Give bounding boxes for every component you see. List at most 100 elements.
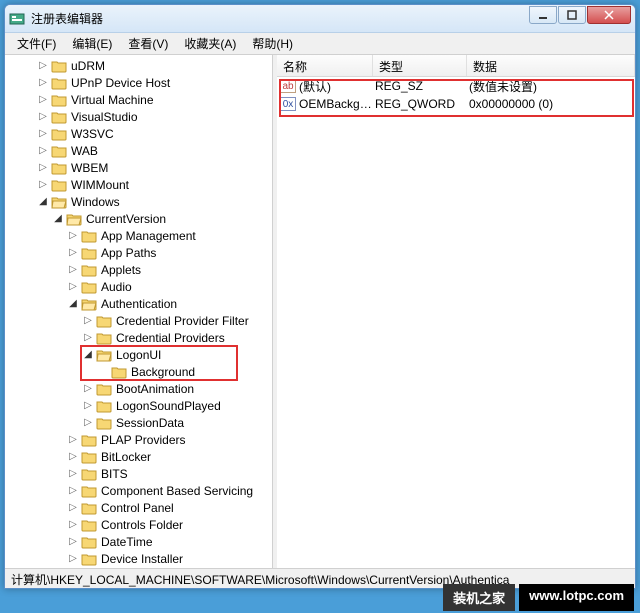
tree-item[interactable]: ▷BitLocker xyxy=(7,448,272,465)
expand-icon[interactable]: ▷ xyxy=(37,145,49,157)
tree-item-label: VisualStudio xyxy=(69,110,140,124)
tree-item-label: Authentication xyxy=(99,297,179,311)
expand-icon[interactable]: ▷ xyxy=(67,230,79,242)
expand-icon[interactable]: ▷ xyxy=(67,434,79,446)
tree-panel[interactable]: ▷uDRM▷UPnP Device Host▷Virtual Machine▷V… xyxy=(5,55,273,568)
tree-item[interactable]: ▷LogonSoundPlayed xyxy=(7,397,272,414)
collapse-icon[interactable]: ◢ xyxy=(67,298,79,310)
expand-icon[interactable]: ▷ xyxy=(37,77,49,89)
tree-item[interactable]: ▷WIMMount xyxy=(7,176,272,193)
expand-icon[interactable]: ▷ xyxy=(67,264,79,276)
tree-item[interactable]: ▷ BootAnimation xyxy=(7,380,272,397)
tree-item[interactable]: ▷ Audio xyxy=(7,278,272,295)
tree-item[interactable]: ▷WAB xyxy=(7,142,272,159)
expand-icon[interactable]: ▷ xyxy=(82,383,94,395)
maximize-button[interactable] xyxy=(558,6,586,24)
tree-item[interactable]: ▷Credential Provider Filter xyxy=(7,312,272,329)
col-type[interactable]: 类型 xyxy=(373,55,467,76)
tree-item-label: BootAnimation xyxy=(114,382,196,396)
expand-icon[interactable]: ▷ xyxy=(37,60,49,72)
tree-item-label: Audio xyxy=(99,280,134,294)
menu-edit[interactable]: 编辑(E) xyxy=(64,33,120,54)
tree-item[interactable]: ◢Windows xyxy=(7,193,272,210)
tree-item[interactable]: ◢ CurrentVersion xyxy=(7,210,272,227)
tree-item[interactable]: ▷ WBEM xyxy=(7,159,272,176)
tree-item[interactable]: ▷App Paths xyxy=(7,244,272,261)
collapse-icon[interactable]: ◢ xyxy=(82,349,94,361)
folder-icon xyxy=(81,229,97,243)
tree-item[interactable]: ▷ Component Based Servicing xyxy=(7,482,272,499)
menu-favorites[interactable]: 收藏夹(A) xyxy=(176,33,244,54)
tree-item[interactable]: ▷Controls Folder xyxy=(7,516,272,533)
tree-item[interactable]: ▷SessionData xyxy=(7,414,272,431)
menu-file[interactable]: 文件(F) xyxy=(9,33,64,54)
expand-icon[interactable]: ▷ xyxy=(82,417,94,429)
expand-icon[interactable]: ▷ xyxy=(67,536,79,548)
tree-item-label: UPnP Device Host xyxy=(69,76,172,90)
minimize-button[interactable] xyxy=(529,6,557,24)
tree-item[interactable]: ▷uDRM xyxy=(7,57,272,74)
expand-icon[interactable]: ▷ xyxy=(67,485,79,497)
value-data: (数值未设置) xyxy=(469,78,635,95)
folder-icon xyxy=(96,416,112,430)
tree-item-label: WBEM xyxy=(69,161,110,175)
tree-item[interactable]: ▷Control Panel xyxy=(7,499,272,516)
tree-item[interactable]: ▷PLAP Providers xyxy=(7,431,272,448)
expand-icon[interactable]: ▷ xyxy=(67,281,79,293)
tree-item[interactable]: ▷Credential Providers xyxy=(7,329,272,346)
watermark-text: 装机之家 xyxy=(443,584,515,611)
tree-item[interactable]: ◢ Authentication xyxy=(7,295,272,312)
expand-icon[interactable]: ▷ xyxy=(67,451,79,463)
folder-icon xyxy=(81,263,97,277)
folder-icon xyxy=(51,195,67,209)
value-row[interactable]: 0xOEMBackgrou...REG_QWORD0x00000000 (0) xyxy=(277,95,635,113)
expand-icon[interactable]: ▷ xyxy=(37,128,49,140)
expand-icon[interactable]: ▷ xyxy=(67,247,79,259)
expand-icon[interactable]: ▷ xyxy=(82,332,94,344)
tree-item[interactable]: ▷Applets xyxy=(7,261,272,278)
tree-item[interactable]: Background xyxy=(7,363,272,380)
folder-icon xyxy=(81,467,97,481)
value-data: 0x00000000 (0) xyxy=(469,97,635,111)
tree-item[interactable]: ◢ LogonUI xyxy=(7,346,272,363)
tree-item[interactable]: ▷ DateTime xyxy=(7,533,272,550)
tree-item[interactable]: ▷W3SVC xyxy=(7,125,272,142)
tree-item-label: Background xyxy=(129,365,197,379)
tree-item[interactable]: ▷Device Metadata xyxy=(7,567,272,568)
tree-item[interactable]: ▷ VisualStudio xyxy=(7,108,272,125)
expand-icon[interactable]: ▷ xyxy=(37,179,49,191)
folder-icon xyxy=(81,433,97,447)
expand-icon[interactable]: ▷ xyxy=(67,519,79,531)
menu-view[interactable]: 查看(V) xyxy=(120,33,176,54)
menu-help[interactable]: 帮助(H) xyxy=(244,33,301,54)
close-button[interactable] xyxy=(587,6,631,24)
titlebar[interactable]: 注册表编辑器 xyxy=(5,5,635,33)
collapse-icon[interactable]: ◢ xyxy=(37,196,49,208)
tree-item[interactable]: ▷Device Installer xyxy=(7,550,272,567)
tree-item-label: LogonUI xyxy=(114,348,163,362)
tree-item[interactable]: ▷ UPnP Device Host xyxy=(7,74,272,91)
value-list-panel[interactable]: 名称 类型 数据 ab(默认)REG_SZ(数值未设置)0xOEMBackgro… xyxy=(277,55,635,568)
expand-icon[interactable]: ▷ xyxy=(37,111,49,123)
expand-icon[interactable]: ▷ xyxy=(67,553,79,565)
tree-item[interactable]: ▷BITS xyxy=(7,465,272,482)
value-type: REG_SZ xyxy=(375,79,469,93)
value-row[interactable]: ab(默认)REG_SZ(数值未设置) xyxy=(277,77,635,95)
tree-item[interactable]: ▷App Management xyxy=(7,227,272,244)
expand-icon[interactable]: ▷ xyxy=(82,400,94,412)
expand-icon[interactable]: ▷ xyxy=(37,94,49,106)
expand-icon[interactable]: ▷ xyxy=(67,502,79,514)
expand-icon[interactable]: ▷ xyxy=(82,315,94,327)
folder-icon xyxy=(96,348,112,362)
tree-item-label: Component Based Servicing xyxy=(99,484,255,498)
tree-item-label: DateTime xyxy=(99,535,155,549)
folder-icon xyxy=(51,127,67,141)
tree-item[interactable]: ▷Virtual Machine xyxy=(7,91,272,108)
folder-icon xyxy=(51,110,67,124)
col-name[interactable]: 名称 xyxy=(277,55,373,76)
collapse-icon[interactable]: ◢ xyxy=(52,213,64,225)
tree-item-label: CurrentVersion xyxy=(84,212,168,226)
col-data[interactable]: 数据 xyxy=(467,55,635,76)
expand-icon[interactable]: ▷ xyxy=(67,468,79,480)
expand-icon[interactable]: ▷ xyxy=(37,162,49,174)
